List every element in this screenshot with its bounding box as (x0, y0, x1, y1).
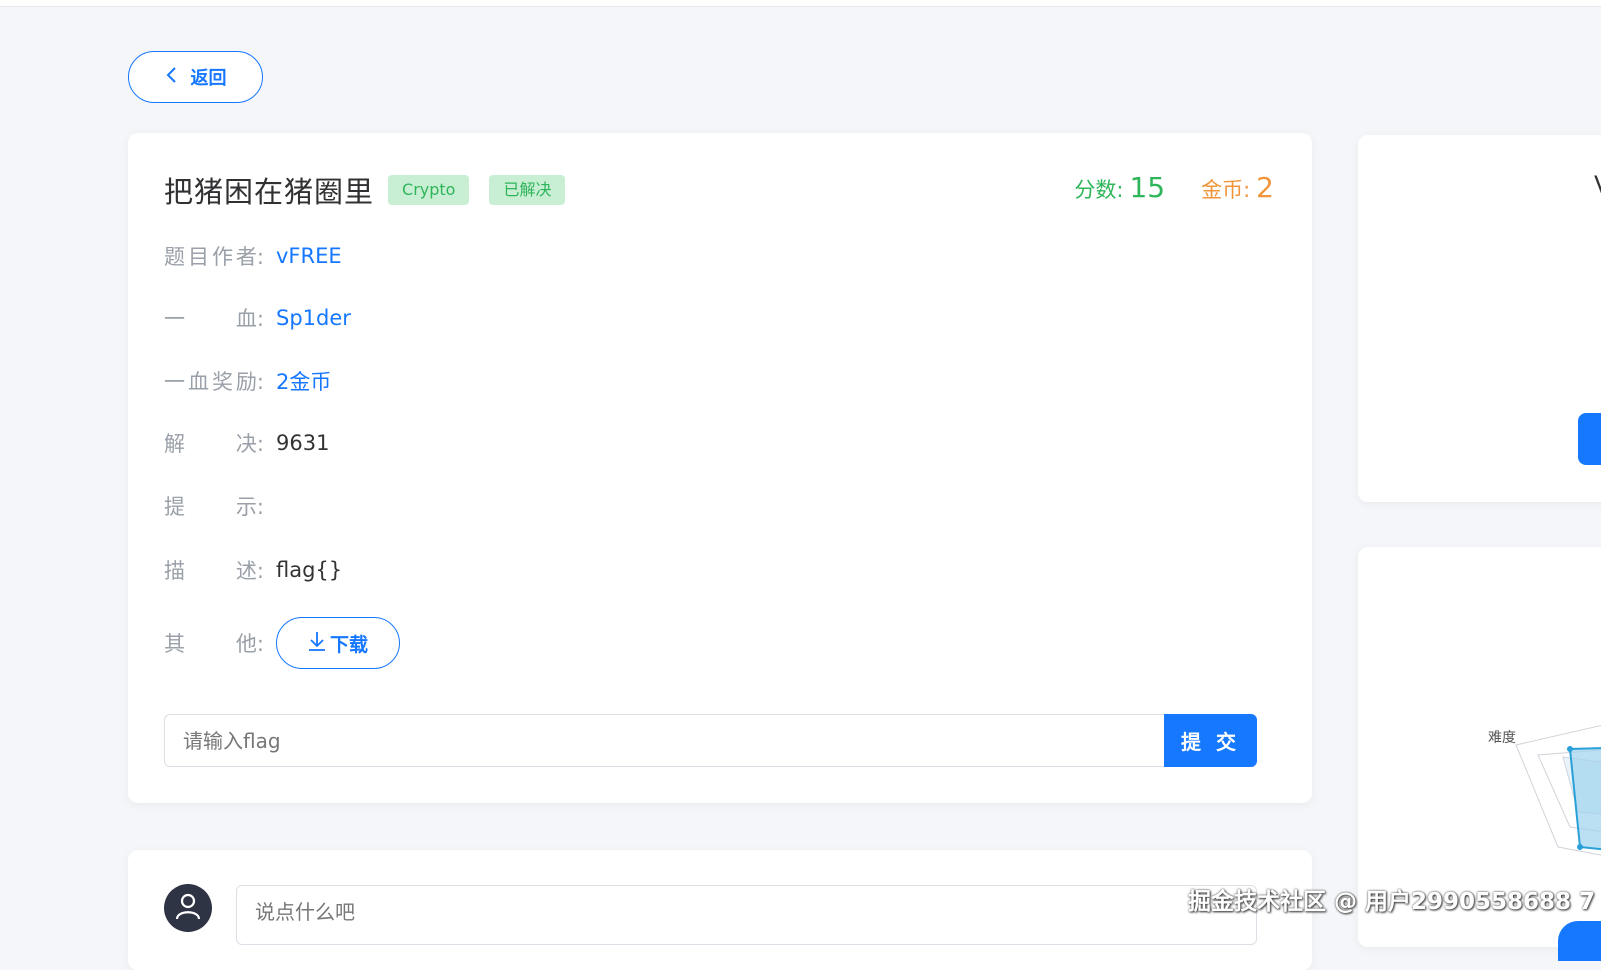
label-char: 述: (235, 559, 264, 583)
info-author: 题 目 作 者: vFREE (164, 241, 342, 271)
label-char: 一 (164, 370, 185, 394)
side-card-button[interactable] (1578, 413, 1601, 465)
back-button[interactable]: 返回 (128, 51, 263, 103)
watermark: 掘金技术社区 @ 用户2990558688 7 (1188, 889, 1596, 915)
info-label: 一 血: (164, 303, 264, 333)
avatar[interactable] (164, 884, 212, 932)
label-char: 他: (235, 632, 264, 656)
status-badge: 已解决 (489, 175, 566, 205)
comment-card (128, 850, 1312, 970)
first-blood-link[interactable]: Sp1der (276, 306, 351, 330)
challenge-title-row: 把猪困在猪圈里 Crypto 已解决 (164, 169, 566, 211)
score-label: 分数: (1074, 178, 1124, 202)
download-button[interactable]: 下载 (276, 617, 400, 669)
label-char: 解 (164, 432, 185, 456)
info-label: 描 述: (164, 555, 264, 585)
challenge-title: 把猪困在猪圈里 (164, 175, 375, 209)
reward-summary: 分数: 15 金币: 2 (1074, 171, 1274, 204)
label-char: 目 (187, 245, 209, 269)
label-char: 励: (235, 370, 264, 394)
flag-input[interactable] (164, 714, 1164, 767)
info-label: 提 示: (164, 491, 264, 521)
score: 分数: 15 (1074, 171, 1165, 204)
label-char: 血 (187, 370, 209, 394)
info-first-blood: 一 血: Sp1der (164, 303, 351, 333)
back-button-label: 返回 (190, 68, 227, 89)
info-label: 解 决: (164, 428, 264, 458)
download-label: 下载 (329, 633, 368, 656)
info-other: 其 他: 下载 (164, 617, 400, 669)
label-char: 血: (235, 307, 264, 331)
download-arrow-icon (308, 630, 326, 657)
first-blood-reward-value: 2金币 (276, 370, 332, 394)
submit-button[interactable]: 提 交 (1164, 714, 1257, 767)
category-tag: Crypto (388, 175, 470, 205)
coin-value: 2 (1256, 171, 1274, 204)
label-char: 题 (164, 245, 185, 269)
chevron-left-icon (165, 66, 179, 89)
coin-label: 金币: (1201, 178, 1251, 202)
top-bar (0, 0, 1601, 7)
label-char: 其 (164, 632, 185, 656)
label-char: 示: (235, 495, 264, 519)
side-card-heading: V (1594, 171, 1601, 199)
author-link[interactable]: vFREE (276, 244, 342, 268)
radar-chart (1515, 724, 1601, 856)
comment-input[interactable] (236, 885, 1257, 945)
info-description: 描 述: flag{} (164, 555, 342, 585)
label-char: 描 (164, 559, 185, 583)
user-icon (174, 892, 202, 924)
side-card-radar-button[interactable] (1558, 921, 1601, 961)
solves-count: 9631 (276, 431, 330, 455)
info-label: 题 目 作 者: (164, 241, 264, 271)
label-char: 提 (164, 495, 185, 519)
description-value: flag{} (276, 558, 343, 582)
label-char: 作 (211, 245, 233, 269)
info-hint: 提 示: (164, 491, 276, 521)
label-char: 者: (235, 245, 264, 269)
challenge-card: 把猪困在猪圈里 Crypto 已解决 分数: 15 金币: 2 题 目 作 者: v… (128, 133, 1312, 803)
label-char: 决: (235, 432, 264, 456)
score-value: 15 (1129, 171, 1166, 204)
label-char: 奖 (211, 370, 233, 394)
info-first-blood-reward: 一 血 奖 励: 2金币 (164, 366, 331, 396)
label-char: 一 (164, 307, 185, 331)
side-card-top: V (1358, 135, 1601, 502)
coins: 金币: 2 (1201, 171, 1274, 204)
info-label: 一 血 奖 励: (164, 366, 264, 396)
info-solves: 解 决: 9631 (164, 428, 329, 458)
info-label: 其 他: (164, 628, 264, 658)
